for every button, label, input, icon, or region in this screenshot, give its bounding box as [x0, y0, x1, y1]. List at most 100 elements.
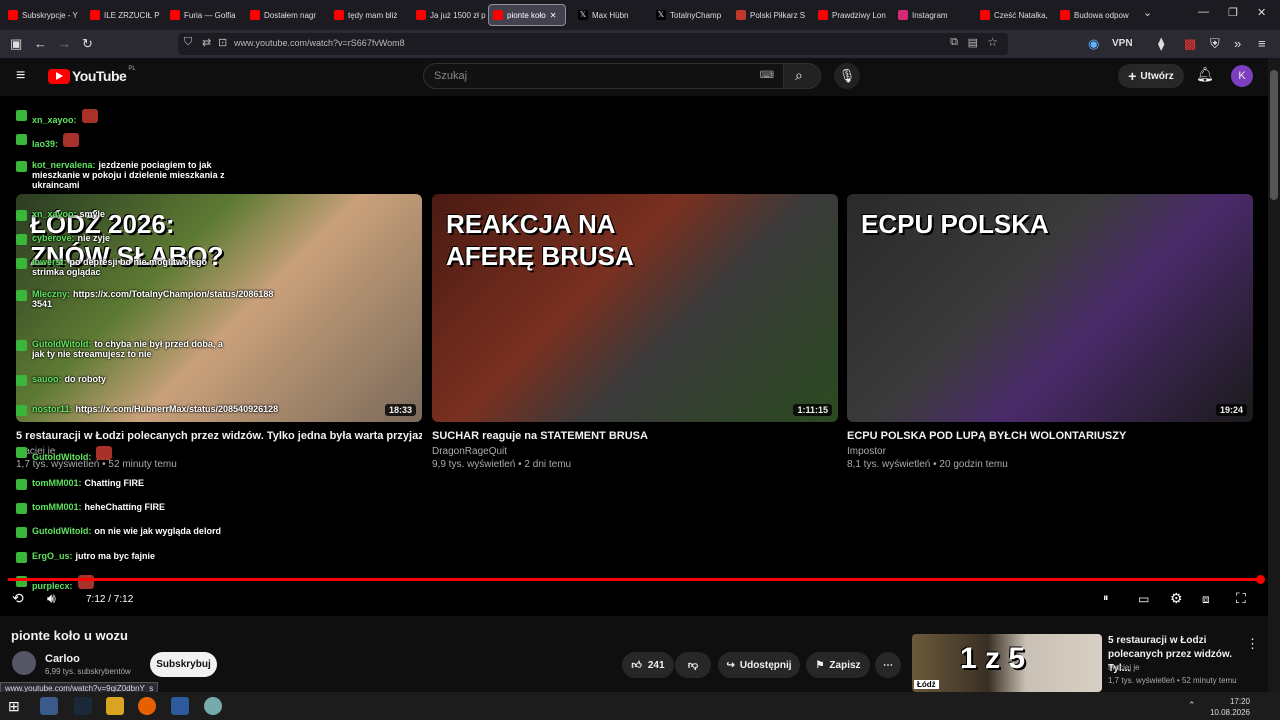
subtitles-icon[interactable]: ▭: [1138, 592, 1149, 606]
video-player[interactable]: ŁÓDŹ 2026: ZNÓW SŁABO? 18:33 5 restauracji…: [0, 96, 1268, 616]
notifications-bell-icon[interactable]: 🔔︎: [1196, 66, 1214, 83]
browser-tab[interactable]: ILE ZRZUCIŁ P: [86, 4, 164, 26]
voice-search-button[interactable]: 🎙︎: [834, 63, 860, 89]
reader-view-icon[interactable]: ▤: [968, 36, 978, 49]
chat-message-body: Mleczny: https://x.com/TotalnyChampion/st…: [32, 289, 273, 309]
picture-in-picture-icon[interactable]: ⧉: [950, 36, 958, 49]
back-icon[interactable]: ←: [34, 35, 47, 53]
app-icon-2[interactable]: [204, 697, 222, 715]
close-window-icon[interactable]: ✕: [1257, 6, 1266, 19]
close-tab-icon[interactable]: ✕: [550, 11, 557, 20]
chat-badge-icon: [16, 290, 27, 301]
permissions-icon[interactable]: ⇄: [202, 36, 211, 49]
minimize-icon[interactable]: —: [1198, 6, 1209, 18]
url-bar[interactable]: ⛉ ⇄ ⊡ www.youtube.com/watch?v=rS667fvWom…: [178, 33, 1008, 55]
chat-message-body: lao39:: [32, 133, 80, 149]
time-display: 7:12 / 7:12: [86, 594, 134, 605]
browser-tab[interactable]: Polski Piłkarz S: [732, 4, 810, 26]
create-button[interactable]: + Utwórz: [1118, 64, 1184, 88]
chat-badge-icon: [16, 134, 27, 145]
url-text[interactable]: www.youtube.com/watch?v=rS667fvWom8: [234, 38, 405, 48]
video-card-title[interactable]: 5 restauracji w Łodzi polecanych przez w…: [16, 430, 422, 442]
video-card-title[interactable]: ECPU POLSKA POD LUPĄ BYŁCH WOLONTARIUSZY: [847, 430, 1253, 442]
browser-tab[interactable]: tędy mam bliż: [330, 4, 408, 26]
save-button[interactable]: ⚑ Zapisz: [806, 652, 870, 678]
scrollbar-thumb[interactable]: [1270, 70, 1278, 200]
chat-text: https://x.com/HubnerrMax/status/20854092…: [75, 404, 279, 414]
steam-icon[interactable]: [74, 697, 92, 715]
video-card-channel[interactable]: Impostor: [847, 446, 886, 457]
tab-label: Dostałem nagr: [264, 10, 317, 20]
keyboard-icon[interactable]: ⌨: [760, 70, 774, 81]
tray-chevron-icon[interactable]: ⌃: [1188, 700, 1196, 711]
restore-icon[interactable]: ❐: [1228, 6, 1238, 19]
chat-message-body: ErgO_us: jutro ma byc fajnie: [32, 551, 155, 561]
extension-shield-icon[interactable]: ◉: [1088, 35, 1099, 53]
settings-gear-icon[interactable]: ⚙: [1170, 590, 1183, 607]
like-button[interactable]: 👍︎ 241: [622, 652, 674, 678]
firefox-icon[interactable]: [138, 697, 156, 715]
chat-badge-icon: [16, 110, 27, 121]
search-button[interactable]: ⌕: [783, 63, 821, 89]
browser-tab[interactable]: pionte koło ✕: [488, 4, 566, 26]
youtube-logo[interactable]: YouTube PL: [48, 66, 136, 84]
chat-emote-icon: [81, 109, 98, 123]
replay-icon[interactable]: ⟲: [12, 590, 24, 607]
progress-scrubber[interactable]: [1256, 575, 1265, 584]
overflow-icon[interactable]: »: [1234, 35, 1241, 53]
video-card-channel[interactable]: DragonRageQuit: [432, 446, 507, 457]
browser-tab[interactable]: Dostałem nagr: [246, 4, 324, 26]
forward-icon[interactable]: →: [58, 35, 71, 53]
browser-tab[interactable]: 𝕏 TotalnyChamp: [652, 4, 730, 26]
browser-tab[interactable]: Ja już 1500 zł p: [412, 4, 490, 26]
hamburger-icon[interactable]: ≡: [16, 67, 25, 85]
app-icon[interactable]: [40, 697, 58, 715]
tab-label: Cześć Natalka,: [994, 10, 1048, 20]
browser-tab[interactable]: Cześć Natalka,: [976, 4, 1054, 26]
tab-list-menu-icon[interactable]: ⌄: [1143, 6, 1152, 19]
video-thumbnail[interactable]: REAKCJA NA AFERĘ BRUSA 1:11:15: [432, 194, 838, 422]
volume-icon[interactable]: 🔊︎: [47, 590, 56, 607]
chat-message-body: tomMM001: Chatting FIRE: [32, 478, 144, 488]
miniplayer-icon[interactable]: ⧈: [1202, 592, 1210, 607]
browser-tab[interactable]: 𝕏 Max Hübn: [574, 4, 652, 26]
autoplay-toggle-icon[interactable]: ⏸: [1103, 592, 1109, 605]
privacy-icon[interactable]: ⛨: [1210, 35, 1220, 53]
clock-date: 10.08.2026: [1209, 708, 1250, 717]
progress-bar[interactable]: [8, 578, 1262, 581]
reload-icon[interactable]: ↻: [82, 35, 93, 53]
ublock-icon[interactable]: ▩: [1184, 35, 1196, 53]
taskbar-clock[interactable]: 17:20 10.08.2026: [1210, 696, 1250, 718]
chat-text: jutro ma byc fajnie: [75, 551, 156, 561]
browser-tab[interactable]: Instagram: [894, 4, 972, 26]
dislike-button[interactable]: 👎︎: [675, 652, 711, 678]
recommended-menu-icon[interactable]: ⋮: [1246, 636, 1259, 652]
endscreen-video-card[interactable]: REAKCJA NA AFERĘ BRUSA 1:11:15 SUCHAR reag…: [432, 194, 838, 474]
calculator-icon[interactable]: [171, 697, 189, 715]
fullscreen-icon[interactable]: ⛶: [1236, 590, 1246, 607]
extensions-icon[interactable]: ⧫: [1158, 35, 1164, 53]
browser-tab[interactable]: Prawdziwy Lon: [814, 4, 892, 26]
more-actions-button[interactable]: ⋯: [875, 652, 901, 678]
browser-tab[interactable]: Furia — Golfia: [166, 4, 244, 26]
channel-name[interactable]: Carloo: [45, 653, 80, 665]
share-button[interactable]: ↪ Udostępnij: [718, 652, 800, 678]
sidebar-toggle-icon[interactable]: ▣: [10, 35, 22, 53]
tab-label: Instagram: [912, 10, 948, 20]
menu-icon[interactable]: ≡: [1258, 35, 1266, 53]
recommended-thumbnail[interactable]: 1 z 5 Łódź: [912, 634, 1102, 692]
browser-tab[interactable]: Budowa odpow: [1056, 4, 1134, 26]
browser-tab[interactable]: Subskrypcje - Y: [4, 4, 82, 26]
subscribe-button[interactable]: Subskrybuj: [150, 652, 217, 677]
bookmark-star-icon[interactable]: ☆: [987, 35, 998, 49]
search-input[interactable]: Szukaj ⌨: [423, 63, 785, 89]
recommended-channel[interactable]: Maciej je: [1108, 663, 1140, 672]
channel-avatar[interactable]: [12, 651, 36, 675]
video-card-title[interactable]: SUCHAR reaguje na STATEMENT BRUSA: [432, 430, 838, 442]
file-explorer-icon[interactable]: [106, 697, 124, 715]
account-avatar[interactable]: K: [1231, 65, 1253, 87]
video-thumbnail[interactable]: ECPU POLSKA 19:24: [847, 194, 1253, 422]
windows-start-icon[interactable]: ⊞: [8, 697, 26, 715]
endscreen-video-card[interactable]: ECPU POLSKA 19:24 ECPU POLSKA POD LUPĄ BYŁ…: [847, 194, 1253, 474]
vpn-button[interactable]: VPN: [1112, 35, 1133, 53]
